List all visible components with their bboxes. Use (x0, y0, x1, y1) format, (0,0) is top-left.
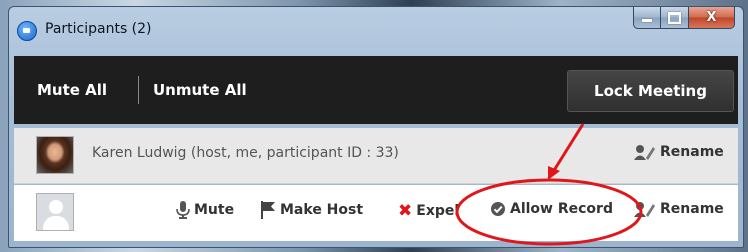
window-controls: X (633, 7, 735, 29)
maximize-icon (668, 11, 681, 24)
lock-meeting-button[interactable]: Lock Meeting (567, 70, 734, 112)
close-button[interactable]: X (689, 7, 735, 29)
unmute-all-button[interactable]: Unmute All (153, 56, 247, 124)
expel-label: Expel (416, 203, 460, 219)
mute-all-button[interactable]: Mute All (37, 56, 107, 124)
participants-toolbar: Mute All Unmute All Lock Meeting (14, 56, 738, 124)
toolbar-divider (138, 76, 139, 104)
allow-record-button[interactable]: Allow Record (490, 201, 613, 217)
make-host-label: Make Host (280, 202, 364, 218)
x-icon: ✖ (398, 201, 413, 221)
microphone-icon (176, 201, 190, 219)
avatar (36, 136, 74, 174)
rename-label: Rename (660, 144, 724, 160)
participants-window: Participants (2) X Mute All Unmute All L… (8, 6, 744, 248)
window-title: Participants (2) (45, 21, 152, 37)
rename-icon (634, 145, 655, 160)
allow-record-label: Allow Record (510, 201, 613, 217)
flag-icon (261, 201, 275, 219)
app-icon (17, 21, 37, 41)
participant-name: Karen Ludwig (host, me, participant ID :… (92, 145, 399, 161)
rename-button[interactable]: Rename (634, 144, 724, 160)
rename-icon (634, 202, 655, 217)
close-icon: X (706, 10, 717, 25)
make-host-button[interactable]: Make Host (260, 201, 363, 219)
maximize-button[interactable] (661, 7, 689, 29)
mute-button[interactable]: Mute (176, 201, 234, 219)
expel-button[interactable]: ✖ Expel (398, 201, 459, 221)
minimize-button[interactable] (633, 7, 661, 29)
check-circle-icon (491, 202, 505, 216)
participant-row[interactable]: Mute Make Host ✖ Expel Allow Record Rena… (14, 185, 738, 241)
mute-label: Mute (194, 202, 235, 218)
rename-button[interactable]: Rename (634, 201, 724, 217)
title-bar[interactable]: Participants (2) X (9, 7, 743, 53)
minimize-icon (642, 19, 652, 22)
rename-label: Rename (660, 201, 724, 217)
blank-avatar (36, 193, 74, 231)
participant-row-host[interactable]: Karen Ludwig (host, me, participant ID :… (14, 128, 738, 184)
